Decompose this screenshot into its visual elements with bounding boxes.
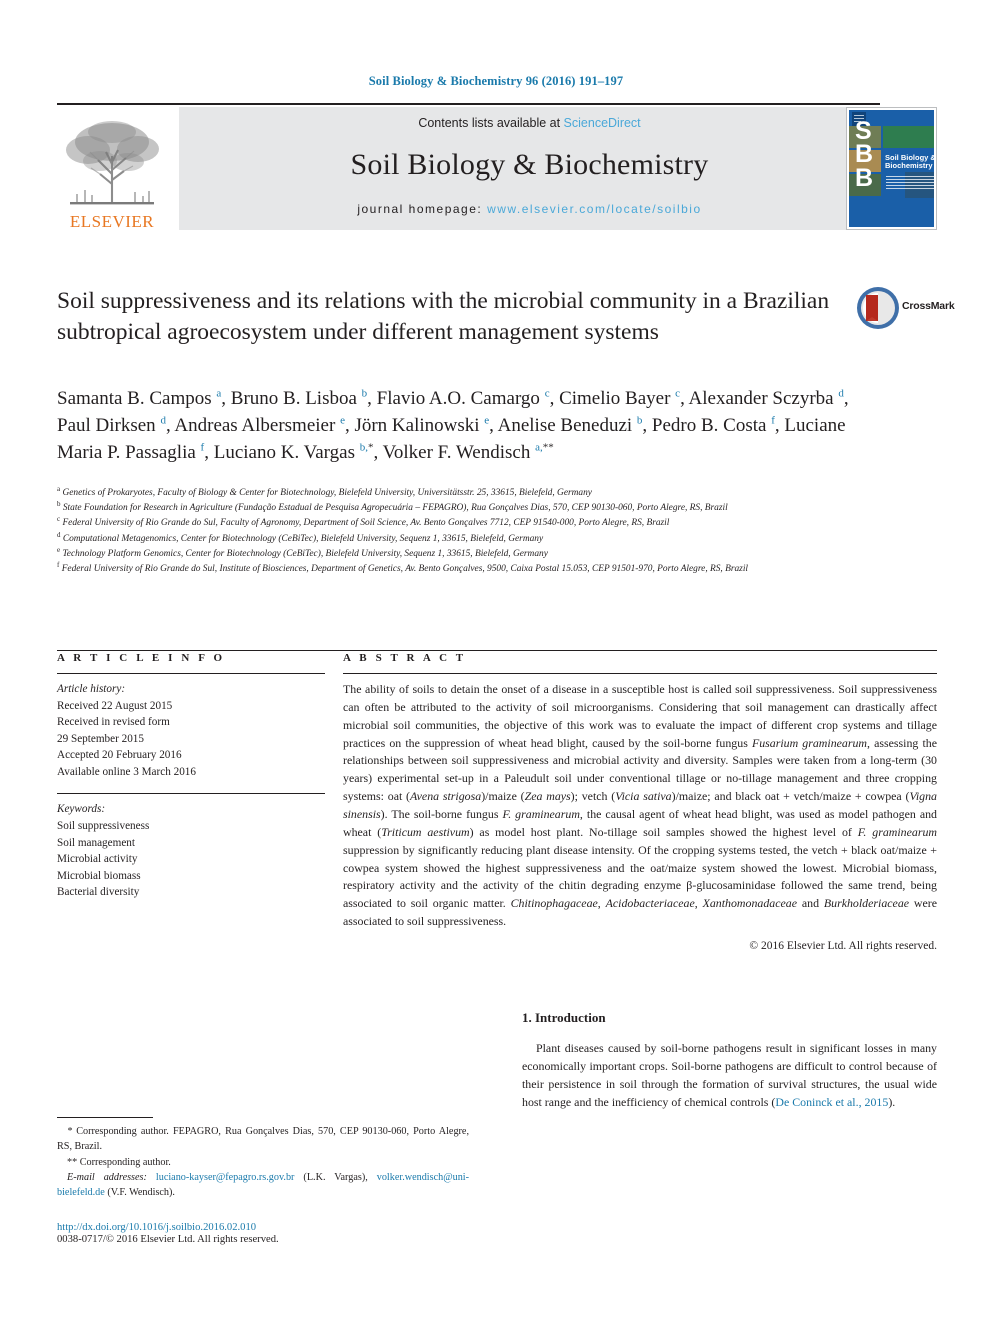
keywords-block: Keywords: Soil suppressiveness Soil manag… [57, 801, 325, 900]
masthead-top-rule [57, 103, 880, 105]
article-info-rule [57, 673, 325, 674]
introduction-paragraph: Plant diseases caused by soil-borne path… [522, 1041, 937, 1109]
affiliation-item: d Computational Metagenomics, Center for… [57, 530, 544, 544]
journal-banner: Contents lists available at ScienceDirec… [179, 107, 880, 230]
history-item: Available online 3 March 2016 [57, 765, 196, 778]
affiliation-item: f Federal University of Rio Grande do Su… [57, 561, 749, 575]
journal-cover-thumbnail: SBB Soil Biology & Biochemistry [846, 107, 937, 230]
homepage-label: journal homepage: [357, 202, 483, 216]
article-history-label: Article history: [57, 683, 126, 695]
email-addresses: E-mail addresses: luciano-kayser@fepagro… [57, 1171, 470, 1199]
contents-available-line: Contents lists available at ScienceDirec… [418, 116, 640, 130]
keyword-items: Soil suppressiveness Soil management Micro… [57, 818, 325, 901]
document-footer: http://dx.doi.org/10.1016/j.soilbio.2016… [57, 1222, 487, 1245]
history-item: Received 22 August 2015 [57, 699, 173, 712]
elsevier-wordmark: ELSEVIER [69, 212, 155, 231]
affiliation-item: e Technology Platform Genomics, Center f… [57, 545, 548, 559]
journal-masthead: ELSEVIER Contents lists available at Sci… [57, 103, 937, 230]
keywords-rule [57, 793, 325, 795]
keyword-item: Soil suppressiveness [57, 820, 150, 833]
journal-homepage-line: journal homepage: www.elsevier.com/locat… [357, 202, 701, 216]
crossmark-badge[interactable]: CrossMark [856, 286, 955, 330]
article-title-block: Soil suppressiveness and its relations w… [57, 286, 847, 347]
keywords-label: Keywords: [57, 803, 106, 816]
cover-sbb-letters: SBB [855, 117, 874, 192]
crossmark-label: CrossMark [902, 300, 955, 312]
keyword-item: Bacterial diversity [57, 886, 140, 899]
author-list: Samanta B. Campos a, Bruno B. Lisboa b, … [57, 387, 849, 463]
history-item: Received in revised form [57, 716, 170, 729]
history-item: 29 September 2015 [57, 732, 144, 745]
columns-top-rule [57, 650, 937, 651]
page-title: Soil suppressiveness and its relations w… [57, 288, 830, 345]
cover-text-lines [886, 176, 934, 191]
abstract-body: The ability of soils to detain the onset… [343, 682, 938, 929]
article-history: Article history: Received 22 August 2015… [57, 681, 325, 780]
abstract-heading: A B S T R A C T [343, 652, 467, 664]
affiliation-list: a Genetics of Prokaryotes, Faculty of Bi… [57, 484, 887, 577]
history-item: Accepted 20 February 2016 [57, 749, 182, 762]
doi-link[interactable]: http://dx.doi.org/10.1016/j.soilbio.2016… [57, 1222, 487, 1233]
introduction-section: 1. Introduction Plant diseases caused by… [522, 1010, 937, 1111]
keyword-item: Microbial biomass [57, 869, 141, 882]
corresponding-author-2: ** Corresponding author. [67, 1156, 171, 1168]
elsevier-logo: ELSEVIER [57, 107, 167, 230]
abstract-rule [343, 673, 937, 674]
cover-journal-title: Soil Biology & Biochemistry [885, 153, 934, 171]
abstract-column: A B S T R A C T The ability of soils to … [343, 652, 937, 952]
affiliation-item: c Federal University of Rio Grande do Su… [57, 515, 670, 529]
issn-copyright: 0038-0717/© 2016 Elsevier Ltd. All right… [57, 1234, 279, 1245]
affiliation-item: a Genetics of Prokaryotes, Faculty of Bi… [57, 484, 592, 498]
article-info-heading: A R T I C L E I N F O [57, 652, 226, 664]
keyword-item: Soil management [57, 836, 135, 849]
contents-prefix: Contents lists available at [418, 116, 564, 130]
footnote-block: * Corresponding author. FEPAGRO, Rua Gon… [57, 1117, 469, 1200]
keyword-item: Microbial activity [57, 853, 138, 866]
sciencedirect-link[interactable]: ScienceDirect [564, 116, 641, 130]
journal-title: Soil Biology & Biochemistry [350, 148, 709, 181]
introduction-heading: 1. Introduction [522, 1010, 606, 1025]
history-items: Received 22 August 2015 Received in revis… [57, 698, 325, 781]
abstract-copyright: © 2016 Elsevier Ltd. All rights reserved… [749, 940, 937, 953]
crossmark-icon [857, 287, 899, 329]
journal-article-page: Soil Biology & Biochemistry 96 (2016) 19… [0, 0, 992, 1323]
homepage-url-link[interactable]: www.elsevier.com/locate/soilbio [487, 202, 702, 216]
footnote-rule [57, 1117, 153, 1118]
elsevier-tree-icon [66, 121, 159, 205]
article-info-column: A R T I C L E I N F O Article history: R… [57, 652, 325, 901]
running-head: Soil Biology & Biochemistry 96 (2016) 19… [368, 74, 624, 88]
affiliation-item: b State Foundation for Research in Agric… [57, 500, 728, 514]
corresponding-author-1: * Corresponding author. FEPAGRO, Rua Gon… [57, 1126, 469, 1153]
